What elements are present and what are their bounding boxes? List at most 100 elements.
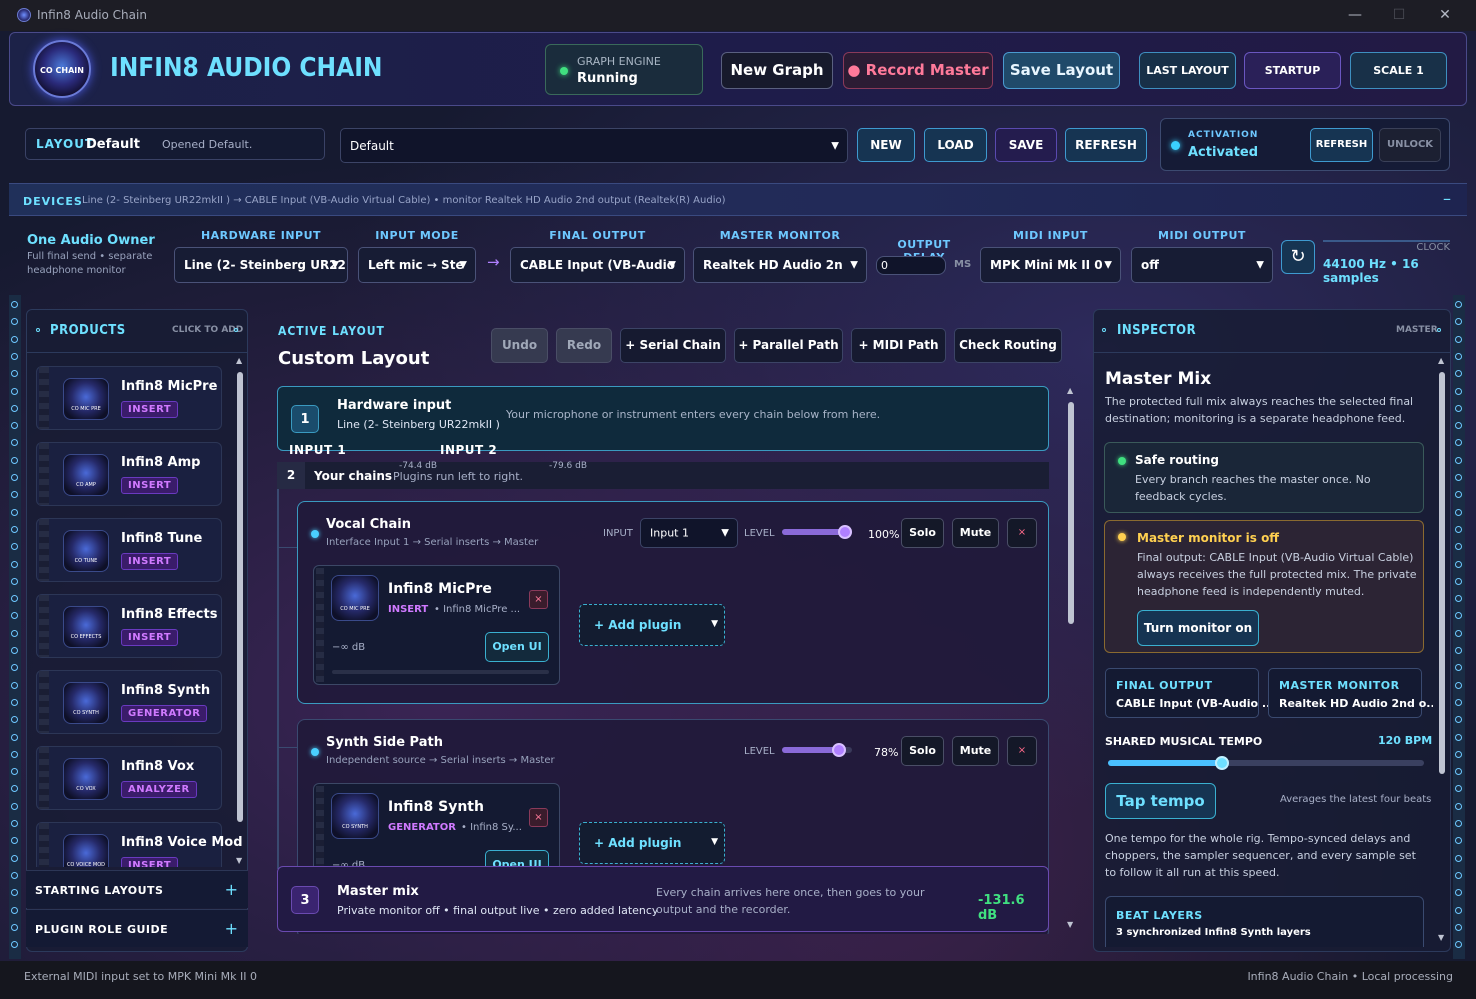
- remove-chain-icon[interactable]: ×: [1007, 736, 1037, 766]
- mute-button[interactable]: Mute: [952, 736, 999, 766]
- rivet-icon: [11, 750, 18, 758]
- chain-level-label: LEVEL: [744, 528, 775, 539]
- hardware-input-select[interactable]: Line (2- Steinberg UR22 ▼: [174, 247, 348, 283]
- product-card[interactable]: CO MIC PRE Infin8 MicPre INSERT: [36, 366, 222, 430]
- refresh-devices-icon[interactable]: ↻: [1281, 240, 1315, 274]
- hardware-input-node[interactable]: 1 Hardware input Line (2- Steinberg UR22…: [277, 386, 1049, 451]
- scroll-down-icon[interactable]: ▼: [1438, 933, 1444, 942]
- check-routing-button[interactable]: Check Routing: [954, 328, 1062, 363]
- minimize-icon[interactable]: —: [1340, 4, 1370, 26]
- products-scrollbar[interactable]: [237, 372, 243, 822]
- scale-button[interactable]: SCALE 1: [1350, 52, 1447, 89]
- final-output-select[interactable]: CABLE Input (VB-Audio ▼: [510, 247, 685, 283]
- scroll-down-icon[interactable]: ▼: [1067, 920, 1073, 929]
- level-knob[interactable]: [838, 525, 853, 539]
- redo-button[interactable]: Redo: [556, 328, 612, 363]
- inspector-scrollbar[interactable]: [1439, 372, 1445, 774]
- master-monitor-select[interactable]: Realtek HD Audio 2nd c▼: [693, 247, 867, 283]
- tempo-slider[interactable]: [1108, 756, 1424, 770]
- chain-level-slider[interactable]: [782, 525, 853, 539]
- rivet-icon: [1455, 352, 1462, 360]
- add-parallel-path-button[interactable]: + Parallel Path: [734, 328, 843, 363]
- solo-button[interactable]: Solo: [901, 736, 944, 766]
- scroll-up-icon[interactable]: ▲: [236, 356, 242, 365]
- plugin-card[interactable]: CO MIC PRE Infin8 MicPre INSERT • Infin8…: [313, 565, 560, 685]
- product-card[interactable]: CO EFFECTS Infin8 Effects INSERT: [36, 594, 222, 658]
- input-2-level: -79.6 dB: [549, 461, 588, 471]
- bullet-icon: [1437, 328, 1441, 332]
- rivet-icon: [11, 439, 18, 447]
- unlock-button[interactable]: UNLOCK: [1379, 128, 1441, 162]
- startup-button[interactable]: STARTUP: [1244, 52, 1341, 89]
- plugin-role-guide-accordion[interactable]: PLUGIN ROLE GUIDE +: [26, 909, 248, 947]
- rivet-icon: [1455, 491, 1462, 499]
- product-card[interactable]: CO SYNTH Infin8 Synth GENERATOR: [36, 670, 222, 734]
- midi-output-select[interactable]: off ▼: [1131, 247, 1273, 283]
- chain-input-select[interactable]: Input 1 ▼: [640, 518, 738, 548]
- new-layout-button[interactable]: NEW: [857, 128, 915, 162]
- product-card[interactable]: CO VOICE MOD Infin8 Voice Mod INSERT: [36, 822, 243, 867]
- chain-level-slider[interactable]: [782, 743, 852, 757]
- add-plugin-select[interactable]: + Add plugin ▼: [579, 822, 725, 864]
- midi-input-select[interactable]: MPK Mini Mk II 0 ▼: [980, 247, 1121, 283]
- starting-layouts-accordion[interactable]: STARTING LAYOUTS +: [26, 870, 248, 908]
- maximize-icon[interactable]: ☐: [1384, 4, 1414, 26]
- load-layout-button[interactable]: LOAD: [924, 128, 987, 162]
- tap-tempo-button[interactable]: Tap tempo: [1105, 783, 1216, 819]
- beat-layers-card[interactable]: BEAT LAYERS 3 synchronized Infin8 Synth …: [1105, 896, 1424, 947]
- turn-monitor-on-button[interactable]: Turn monitor on: [1137, 610, 1259, 646]
- product-name: Infin8 MicPre: [121, 379, 218, 394]
- add-plugin-select[interactable]: + Add plugin ▼: [579, 604, 725, 646]
- rivet-icon: [11, 698, 18, 706]
- scroll-up-icon[interactable]: ▲: [1067, 386, 1073, 395]
- product-card[interactable]: CO VOX Infin8 Vox ANALYZER: [36, 746, 222, 810]
- plugin-name: Infin8 Synth: [388, 799, 484, 815]
- beat-layers-title: BEAT LAYERS: [1116, 909, 1203, 922]
- collapse-icon[interactable]: –: [1443, 189, 1451, 208]
- product-card[interactable]: CO TUNE Infin8 Tune INSERT: [36, 518, 222, 582]
- monitor-off-desc: Final output: CABLE Input (VB-Audio Virt…: [1137, 551, 1417, 598]
- add-midi-path-button[interactable]: + MIDI Path: [851, 328, 946, 363]
- last-layout-button[interactable]: LAST LAYOUT: [1139, 52, 1236, 89]
- chevron-down-icon: ▼: [711, 619, 718, 629]
- output-delay-input[interactable]: 0: [876, 256, 946, 275]
- vocal-chain-card[interactable]: Vocal Chain Interface Input 1 → Serial i…: [297, 501, 1049, 704]
- rivet-icon: [1455, 387, 1462, 395]
- level-knob[interactable]: [831, 743, 846, 757]
- remove-plugin-icon[interactable]: ×: [529, 808, 548, 827]
- record-master-button[interactable]: ● Record Master: [843, 52, 993, 89]
- input-mode-select[interactable]: Left mic → Ste ▼: [358, 247, 476, 283]
- scroll-up-icon[interactable]: ▲: [1438, 356, 1444, 365]
- inspector-title: INSPECTOR: [1117, 323, 1197, 338]
- rivet-icon: [1455, 854, 1462, 862]
- activation-refresh-button[interactable]: REFRESH: [1310, 128, 1373, 162]
- open-ui-button[interactable]: Open UI: [485, 632, 549, 662]
- chain-dot-icon: [311, 748, 319, 756]
- mute-button[interactable]: Mute: [952, 518, 999, 548]
- active-layout-kicker: ACTIVE LAYOUT: [278, 324, 385, 338]
- master-mix-node[interactable]: 3 Master mix Private monitor off • final…: [277, 866, 1049, 932]
- product-card[interactable]: CO AMP Infin8 Amp INSERT: [36, 442, 222, 506]
- ok-dot-icon: [1118, 457, 1126, 465]
- graph-scrollbar[interactable]: [1068, 402, 1074, 624]
- refresh-layouts-button[interactable]: REFRESH: [1065, 128, 1147, 162]
- solo-button[interactable]: Solo: [901, 518, 944, 548]
- scroll-down-icon[interactable]: ▼: [236, 856, 242, 865]
- save-layout-button[interactable]: Save Layout: [1003, 52, 1120, 89]
- remove-chain-icon[interactable]: ×: [1007, 518, 1037, 548]
- engine-label: GRAPH ENGINE: [577, 55, 661, 68]
- product-icon: CO VOX: [63, 758, 109, 800]
- new-graph-button[interactable]: New Graph: [721, 52, 833, 89]
- undo-button[interactable]: Undo: [491, 328, 548, 363]
- chains-desc: Plugins run left to right.: [393, 470, 524, 483]
- save-button[interactable]: SAVE: [995, 128, 1057, 162]
- tempo-knob[interactable]: [1214, 756, 1229, 770]
- hardware-input-title: Hardware input: [337, 398, 452, 413]
- layout-select[interactable]: Default ▼: [340, 128, 848, 163]
- add-serial-chain-button[interactable]: + Serial Chain: [620, 328, 726, 363]
- chain-dot-icon: [311, 530, 319, 538]
- close-icon[interactable]: ✕: [1430, 4, 1460, 26]
- status-right: Infin8 Audio Chain • Local processing: [1247, 970, 1453, 983]
- remove-plugin-icon[interactable]: ×: [529, 590, 548, 609]
- chevron-down-icon: ▼: [668, 259, 676, 271]
